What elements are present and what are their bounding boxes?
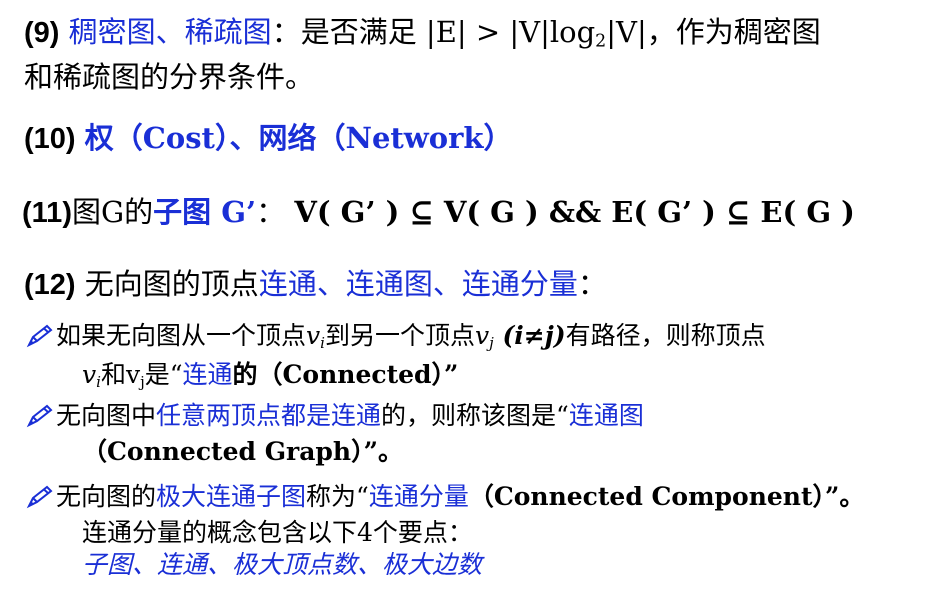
- bullet-2-connected-graph-english: （Connected Graph）”。: [82, 437, 403, 466]
- item-9-colon: ：: [271, 15, 301, 49]
- item-10: (10) 权（Cost）、网络（Network）: [24, 120, 933, 157]
- bullet-3-connected-component-english: （Connected Component）”。: [468, 482, 865, 511]
- bullet-1-is: 是“: [144, 359, 183, 389]
- term-dense-sparse-graph: 稠密图、稀疏图: [68, 15, 272, 49]
- item-9-formula-pre: 是否满足 |E| > |V|log: [300, 15, 596, 49]
- bullet-1-text-b: 到另一个顶点: [324, 321, 475, 350]
- bullet-2-text-b: 的，则称该图是“: [381, 401, 569, 430]
- item-11: (11)图G的子图 G’： V( G’ ) ⊆ V( G ) && E( G’ …: [22, 194, 933, 231]
- item-11-number: (11): [22, 197, 72, 229]
- item-9-number: (9): [24, 17, 60, 49]
- term-maximal-connected-subgraph: 极大连通子图: [156, 482, 307, 511]
- item-11-colon: ：: [256, 195, 286, 229]
- bullet-1-text-c: 有路径，则称顶点: [565, 321, 766, 350]
- term-cost-network: 权（Cost）、网络（Network）: [84, 121, 513, 155]
- item-9-formula-subscript: 2: [595, 31, 607, 52]
- bullet-1-text-a: 如果无向图从一个顶点: [56, 321, 307, 350]
- term-connected: 连通: [182, 359, 233, 389]
- vertex-vi: v: [306, 321, 321, 350]
- bullet-3-key-points-list: 子图、连通、极大顶点数、极大边数: [82, 550, 483, 579]
- bullet-connected: 如果无向图从一个顶点vi到另一个顶点vj (i≠j)有路径，则称顶点 vi和vj…: [26, 320, 933, 398]
- bullet-3-text-a: 无向图的: [56, 482, 157, 511]
- item-12-lead: 无向图的顶点: [84, 267, 259, 301]
- item-9-formula-post: |V|，作为稠密图: [606, 15, 821, 49]
- subgraph-formula: V( G’ ) ⊆ V( G ) && E( G’ ) ⊆ E( G ): [294, 195, 855, 229]
- vertex-vj: v: [474, 321, 490, 350]
- bullet-connected-component: 无向图的极大连通子图称为“连通分量（Connected Component）”。…: [26, 481, 933, 581]
- bullet-1-and-v: 和v: [100, 359, 141, 389]
- bullet-3-key-points-intro: 连通分量的概念包含以下4个要点：: [82, 518, 473, 547]
- pencil-icon: [26, 404, 56, 436]
- term-connectivity: 连通、连通图、连通分量: [258, 267, 578, 301]
- term-connected-component: 连通分量: [368, 482, 469, 511]
- item-12-number: (12): [24, 269, 76, 301]
- condition-i-ne-j: (i≠j): [493, 321, 566, 350]
- vertex-vi-2: v: [82, 359, 97, 389]
- term-connected-graph: 连通图: [568, 401, 644, 430]
- item-9: (9) 稠密图、稀疏图：是否满足 |E| > |V|log2|V|，作为稠密图 …: [24, 14, 933, 95]
- item-12: (12) 无向图的顶点连通、连通图、连通分量：: [24, 266, 933, 303]
- pencil-icon: [26, 485, 56, 517]
- pencil-icon: [26, 324, 56, 356]
- item-9-line-2: 和稀疏图的分界条件。: [24, 60, 315, 95]
- bullet-1-connected-english: 的（Connected）”: [232, 359, 459, 389]
- bullet-2-text-a: 无向图中: [56, 401, 157, 430]
- bullet-connected-graph: 无向图中任意两顶点都是连通的，则称该图是“连通图 （Connected Grap…: [26, 400, 933, 468]
- term-any-two-connected: 任意两顶点都是连通: [156, 401, 382, 430]
- item-9-line-1: (9) 稠密图、稀疏图：是否满足 |E| > |V|log2|V|，作为稠密图: [24, 14, 933, 59]
- term-subgraph: 子图 G’: [153, 195, 257, 229]
- item-10-number: (10): [24, 123, 76, 155]
- item-11-lead: 图G的: [71, 195, 154, 229]
- bullet-3-text-b: 称为“: [306, 482, 369, 511]
- item-12-colon: ：: [577, 267, 607, 301]
